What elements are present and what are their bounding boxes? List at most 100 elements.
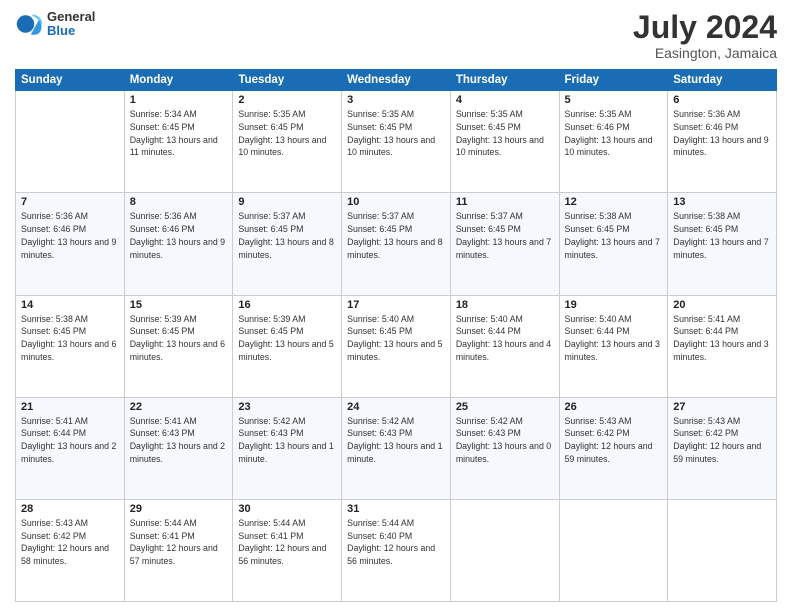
sunset-text: Sunset: 6:42 PM [673, 427, 771, 440]
sunrise-text: Sunrise: 5:37 AM [347, 210, 445, 223]
day-number: 6 [673, 94, 771, 106]
day-info: Sunrise: 5:37 AMSunset: 6:45 PMDaylight:… [347, 210, 445, 261]
calendar-cell: 30 Sunrise: 5:44 AMSunset: 6:41 PMDayligh… [233, 499, 342, 601]
calendar-header-row: SundayMondayTuesdayWednesdayThursdayFrid… [16, 70, 777, 91]
day-info: Sunrise: 5:38 AMSunset: 6:45 PMDaylight:… [565, 210, 663, 261]
calendar-cell: 19Sunrise: 5:40 AMSunset: 6:44 PMDayligh… [559, 295, 668, 397]
sunset-text: Sunset: 6:42 PM [565, 427, 663, 440]
sunset-text: Sunset: 6:40 PM [347, 530, 445, 543]
logo: General Blue [15, 10, 95, 39]
daylight-text: Daylight: 13 hours and 8 minutes. [238, 236, 336, 262]
day-number: 11 [456, 196, 554, 208]
location: Easington, Jamaica [633, 45, 777, 61]
calendar-cell: 22Sunrise: 5:41 AMSunset: 6:43 PMDayligh… [124, 397, 233, 499]
calendar-cell [450, 499, 559, 601]
day-info: Sunrise: 5:39 AMSunset: 6:45 PMDaylight:… [130, 313, 228, 364]
sunrise-text: Sunrise: 5:35 AM [347, 108, 445, 121]
calendar-cell [668, 499, 777, 601]
day-info: Sunrise: 5:40 AMSunset: 6:44 PMDaylight:… [456, 313, 554, 364]
day-info: Sunrise: 5:44 AMSunset: 6:41 PMDaylight:… [238, 517, 336, 568]
day-info: Sunrise: 5:43 AMSunset: 6:42 PMDaylight:… [21, 517, 119, 568]
day-info: Sunrise: 5:42 AMSunset: 6:43 PMDaylight:… [347, 415, 445, 466]
title-block: July 2024 Easington, Jamaica [633, 10, 777, 61]
day-info: Sunrise: 5:36 AMSunset: 6:46 PMDaylight:… [130, 210, 228, 261]
day-info: Sunrise: 5:36 AMSunset: 6:46 PMDaylight:… [673, 108, 771, 159]
calendar-week-row: 1Sunrise: 5:34 AMSunset: 6:45 PMDaylight… [16, 91, 777, 193]
daylight-text: Daylight: 13 hours and 10 minutes. [347, 134, 445, 160]
calendar-week-row: 21Sunrise: 5:41 AMSunset: 6:44 PMDayligh… [16, 397, 777, 499]
day-number: 19 [565, 299, 663, 311]
sunrise-text: Sunrise: 5:35 AM [238, 108, 336, 121]
day-number: 23 [238, 401, 336, 413]
sunset-text: Sunset: 6:45 PM [565, 223, 663, 236]
sunset-text: Sunset: 6:45 PM [238, 121, 336, 134]
day-number: 24 [347, 401, 445, 413]
day-info: Sunrise: 5:43 AMSunset: 6:42 PMDaylight:… [673, 415, 771, 466]
calendar-cell: 28 Sunrise: 5:43 AMSunset: 6:42 PMDayligh… [16, 499, 125, 601]
logo-text: General Blue [47, 10, 95, 39]
daylight-text: Daylight: 13 hours and 5 minutes. [347, 338, 445, 364]
calendar-cell: 26Sunrise: 5:43 AMSunset: 6:42 PMDayligh… [559, 397, 668, 499]
sunset-text: Sunset: 6:45 PM [21, 325, 119, 338]
sunset-text: Sunset: 6:45 PM [456, 223, 554, 236]
day-number: 7 [21, 196, 119, 208]
day-number: 13 [673, 196, 771, 208]
daylight-text: Daylight: 13 hours and 10 minutes. [238, 134, 336, 160]
day-number: 17 [347, 299, 445, 311]
sunset-text: Sunset: 6:46 PM [130, 223, 228, 236]
sunset-text: Sunset: 6:45 PM [347, 325, 445, 338]
sunset-text: Sunset: 6:43 PM [347, 427, 445, 440]
calendar-cell: 17 Sunrise: 5:40 AMSunset: 6:45 PMDayligh… [342, 295, 451, 397]
sunset-text: Sunset: 6:41 PM [130, 530, 228, 543]
weekday-header: Monday [124, 70, 233, 91]
logo-icon [15, 10, 43, 38]
sunset-text: Sunset: 6:45 PM [238, 325, 336, 338]
calendar-cell: 4Sunrise: 5:35 AMSunset: 6:45 PMDaylight… [450, 91, 559, 193]
sunrise-text: Sunrise: 5:41 AM [673, 313, 771, 326]
calendar-cell: 5Sunrise: 5:35 AMSunset: 6:46 PMDaylight… [559, 91, 668, 193]
daylight-text: Daylight: 13 hours and 7 minutes. [673, 236, 771, 262]
day-info: Sunrise: 5:44 AMSunset: 6:40 PMDaylight:… [347, 517, 445, 568]
daylight-text: Daylight: 13 hours and 6 minutes. [130, 338, 228, 364]
calendar-cell: 23Sunrise: 5:42 AMSunset: 6:43 PMDayligh… [233, 397, 342, 499]
daylight-text: Daylight: 12 hours and 56 minutes. [347, 542, 445, 568]
daylight-text: Daylight: 13 hours and 9 minutes. [673, 134, 771, 160]
weekday-header: Sunday [16, 70, 125, 91]
day-number: 2 [238, 94, 336, 106]
sunrise-text: Sunrise: 5:40 AM [456, 313, 554, 326]
daylight-text: Daylight: 12 hours and 59 minutes. [565, 440, 663, 466]
weekday-header: Saturday [668, 70, 777, 91]
weekday-header: Tuesday [233, 70, 342, 91]
daylight-text: Daylight: 13 hours and 0 minutes. [456, 440, 554, 466]
sunrise-text: Sunrise: 5:39 AM [130, 313, 228, 326]
sunrise-text: Sunrise: 5:40 AM [347, 313, 445, 326]
sunset-text: Sunset: 6:43 PM [456, 427, 554, 440]
day-info: Sunrise: 5:35 AMSunset: 6:45 PMDaylight:… [456, 108, 554, 159]
daylight-text: Daylight: 12 hours and 56 minutes. [238, 542, 336, 568]
page: General Blue July 2024 Easington, Jamaic… [0, 0, 792, 612]
calendar-cell: 11Sunrise: 5:37 AMSunset: 6:45 PMDayligh… [450, 193, 559, 295]
sunrise-text: Sunrise: 5:44 AM [238, 517, 336, 530]
calendar-cell: 15Sunrise: 5:39 AMSunset: 6:45 PMDayligh… [124, 295, 233, 397]
daylight-text: Daylight: 13 hours and 7 minutes. [565, 236, 663, 262]
day-number: 9 [238, 196, 336, 208]
calendar-cell: 12Sunrise: 5:38 AMSunset: 6:45 PMDayligh… [559, 193, 668, 295]
day-number: 3 [347, 94, 445, 106]
header: General Blue July 2024 Easington, Jamaic… [15, 10, 777, 61]
day-info: Sunrise: 5:35 AMSunset: 6:46 PMDaylight:… [565, 108, 663, 159]
sunset-text: Sunset: 6:43 PM [130, 427, 228, 440]
calendar-cell: 10Sunrise: 5:37 AMSunset: 6:45 PMDayligh… [342, 193, 451, 295]
day-number: 20 [673, 299, 771, 311]
day-info: Sunrise: 5:41 AMSunset: 6:44 PMDaylight:… [21, 415, 119, 466]
day-number: 30 [238, 503, 336, 515]
sunset-text: Sunset: 6:45 PM [238, 223, 336, 236]
daylight-text: Daylight: 12 hours and 58 minutes. [21, 542, 119, 568]
day-info: Sunrise: 5:41 AMSunset: 6:44 PMDaylight:… [673, 313, 771, 364]
calendar-cell: 9 Sunrise: 5:37 AMSunset: 6:45 PMDaylight… [233, 193, 342, 295]
sunrise-text: Sunrise: 5:37 AM [238, 210, 336, 223]
sunrise-text: Sunrise: 5:41 AM [130, 415, 228, 428]
calendar-week-row: 14Sunrise: 5:38 AMSunset: 6:45 PMDayligh… [16, 295, 777, 397]
day-info: Sunrise: 5:42 AMSunset: 6:43 PMDaylight:… [456, 415, 554, 466]
day-number: 25 [456, 401, 554, 413]
day-number: 28 [21, 503, 119, 515]
